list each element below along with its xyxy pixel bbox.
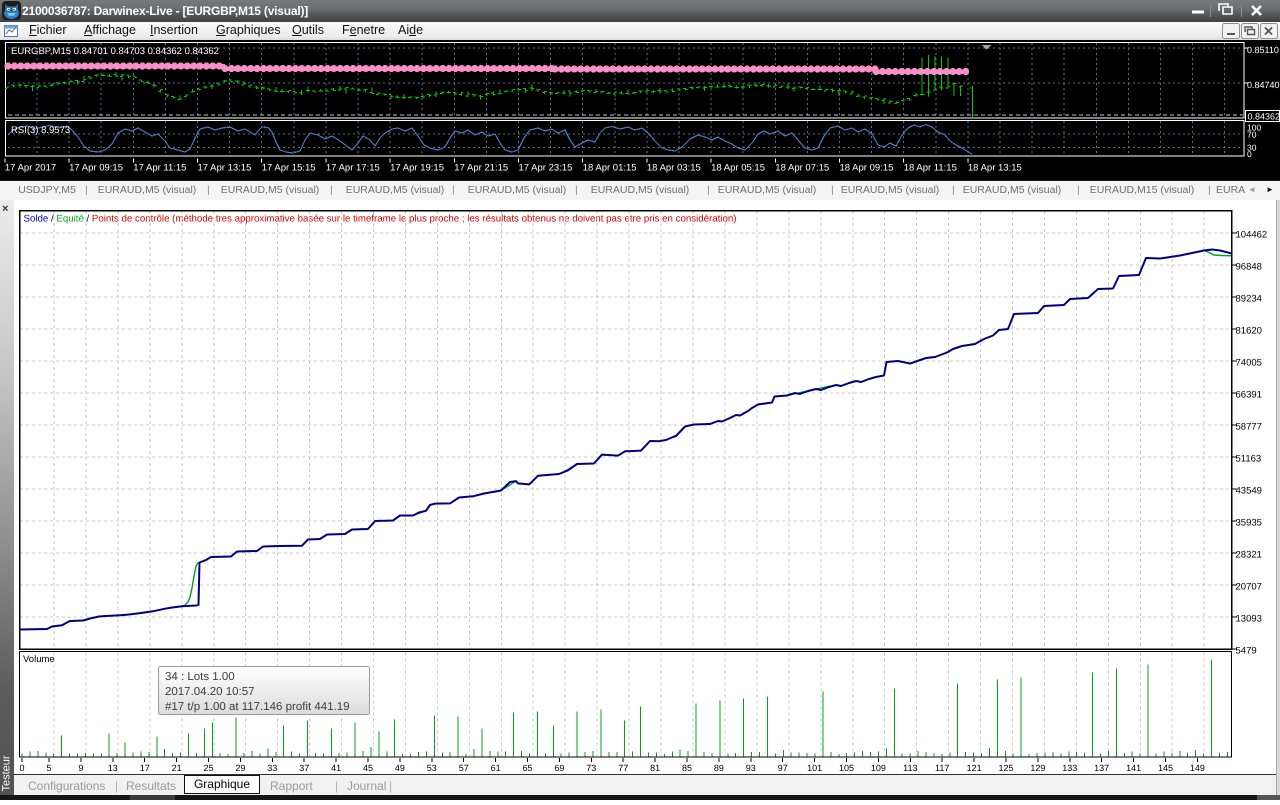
svg-text:65: 65 [522,763,532,773]
svg-text:45: 45 [363,763,373,773]
svg-text:125: 125 [998,763,1013,773]
svg-text:17 Apr 13:15: 17 Apr 13:15 [198,163,252,174]
svg-text:0: 0 [19,763,24,773]
svg-text:18 Apr 11:15: 18 Apr 11:15 [904,163,957,174]
svg-text:17 Apr 09:15: 17 Apr 09:15 [69,163,123,174]
svg-text:25: 25 [203,763,213,773]
svg-text:137: 137 [1094,763,1109,773]
svg-text:17 Apr 2017: 17 Apr 2017 [5,163,56,174]
svg-text:85: 85 [682,763,692,773]
svg-text:41: 41 [331,763,341,773]
svg-text:43549: 43549 [1236,486,1262,497]
svg-text:18 Apr 05:15: 18 Apr 05:15 [711,163,765,174]
svg-text:121: 121 [967,763,982,773]
svg-text:129: 129 [1030,763,1045,773]
svg-text:RSI(3) 8.9573: RSI(3) 8.9573 [11,125,70,136]
svg-text:28321: 28321 [1236,550,1262,561]
svg-text:9: 9 [78,763,83,773]
svg-text:73: 73 [586,763,596,773]
svg-text:58777: 58777 [1236,422,1262,433]
svg-text:97: 97 [778,763,788,773]
svg-text:141: 141 [1126,763,1141,773]
svg-text:69: 69 [554,763,564,773]
svg-text:EURGBP,M15 0.84701 0.84703 0.8: EURGBP,M15 0.84701 0.84703 0.84362 0.843… [11,46,219,57]
svg-text:149: 149 [1190,763,1205,773]
svg-text:74005: 74005 [1236,358,1262,369]
svg-text:104462: 104462 [1236,230,1268,241]
svg-text:77: 77 [618,763,628,773]
svg-text:57: 57 [459,763,469,773]
svg-text:53: 53 [427,763,437,773]
svg-text:17 Apr 21:15: 17 Apr 21:15 [454,163,508,174]
svg-text:13093: 13093 [1236,614,1262,625]
svg-text:81: 81 [650,763,660,773]
svg-text:17 Apr 15:15: 17 Apr 15:15 [262,163,316,174]
svg-text:133: 133 [1062,763,1077,773]
svg-text:18 Apr 13:15: 18 Apr 13:15 [968,163,1022,174]
svg-text:33: 33 [267,763,277,773]
svg-text:17: 17 [140,763,150,773]
svg-text:61: 61 [491,763,501,773]
svg-text:29: 29 [235,763,245,773]
svg-text:2017.04.20 10:57: 2017.04.20 10:57 [165,686,255,698]
svg-text:17 Apr 23:15: 17 Apr 23:15 [519,163,573,174]
svg-text:0.84740: 0.84740 [1247,80,1280,90]
svg-text:20707: 20707 [1236,582,1262,593]
svg-text:37: 37 [299,763,309,773]
svg-text:21: 21 [172,763,182,773]
svg-text:17 Apr 11:15: 17 Apr 11:15 [133,163,186,174]
svg-text:51163: 51163 [1236,454,1262,465]
svg-text:105: 105 [839,763,854,773]
svg-text:5479: 5479 [1236,646,1257,657]
svg-text:18 Apr 07:15: 18 Apr 07:15 [775,163,829,174]
svg-text:#17 t/p 1.00 at 117.146 profit: #17 t/p 1.00 at 117.146 profit 441.19 [165,701,350,713]
svg-text:145: 145 [1158,763,1173,773]
svg-text:113: 113 [903,763,917,773]
svg-text:0.84362: 0.84362 [1248,112,1280,122]
svg-text:35935: 35935 [1236,518,1262,529]
svg-text:0: 0 [1247,149,1252,159]
svg-text:Volume: Volume [23,654,55,665]
svg-text:66391: 66391 [1236,390,1262,401]
svg-text:70: 70 [1247,130,1257,140]
svg-text:81620: 81620 [1236,326,1262,337]
svg-text:89234: 89234 [1236,294,1262,305]
svg-text:117: 117 [935,763,949,773]
svg-text:34 : Lots 1.00: 34 : Lots 1.00 [165,671,235,683]
svg-text:101: 101 [807,763,822,773]
svg-text:5: 5 [46,763,51,773]
svg-text:18 Apr 03:15: 18 Apr 03:15 [647,163,701,174]
svg-text:96848: 96848 [1236,262,1262,273]
svg-text:13: 13 [108,763,118,773]
svg-text:18 Apr 01:15: 18 Apr 01:15 [583,163,637,174]
svg-text:49: 49 [395,763,405,773]
svg-text:17 Apr 17:15: 17 Apr 17:15 [326,163,380,174]
svg-text:89: 89 [714,763,724,773]
svg-text:109: 109 [871,763,886,773]
svg-text:93: 93 [746,763,756,773]
svg-text:0.85110: 0.85110 [1247,45,1279,55]
svg-text:18 Apr 09:15: 18 Apr 09:15 [840,163,894,174]
svg-text:17 Apr 19:15: 17 Apr 19:15 [390,163,444,174]
